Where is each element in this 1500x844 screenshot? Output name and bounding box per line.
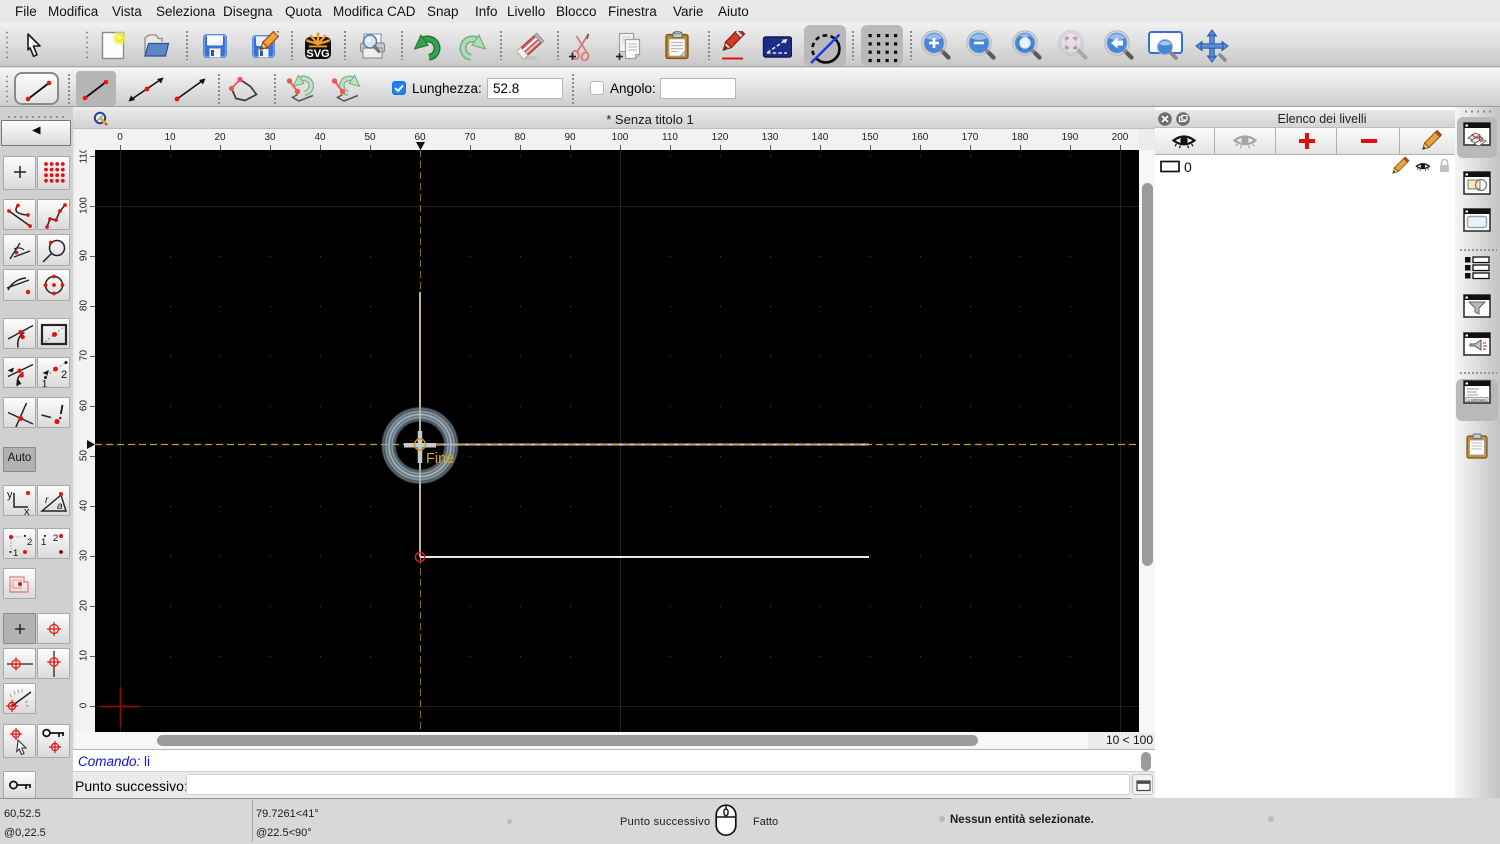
- svg-text:y: y: [7, 489, 13, 501]
- svg-text:2: 2: [27, 537, 32, 548]
- svg-text:1: 1: [13, 548, 18, 558]
- svg-text:0: 0: [1184, 159, 1192, 175]
- svg-text:2: 2: [61, 369, 67, 381]
- svg-text:2: 2: [53, 533, 58, 544]
- svg-text:1: 1: [42, 378, 48, 387]
- svg-text:r: r: [45, 495, 49, 506]
- svg-text:1: 1: [41, 537, 46, 548]
- svg-text:x: x: [24, 506, 30, 515]
- svg-text:SVG: SVG: [306, 48, 329, 60]
- svg-text:Fine: Fine: [426, 451, 454, 467]
- svg-text:c command: c command: [1468, 398, 1486, 402]
- svg-text:a: a: [57, 501, 63, 512]
